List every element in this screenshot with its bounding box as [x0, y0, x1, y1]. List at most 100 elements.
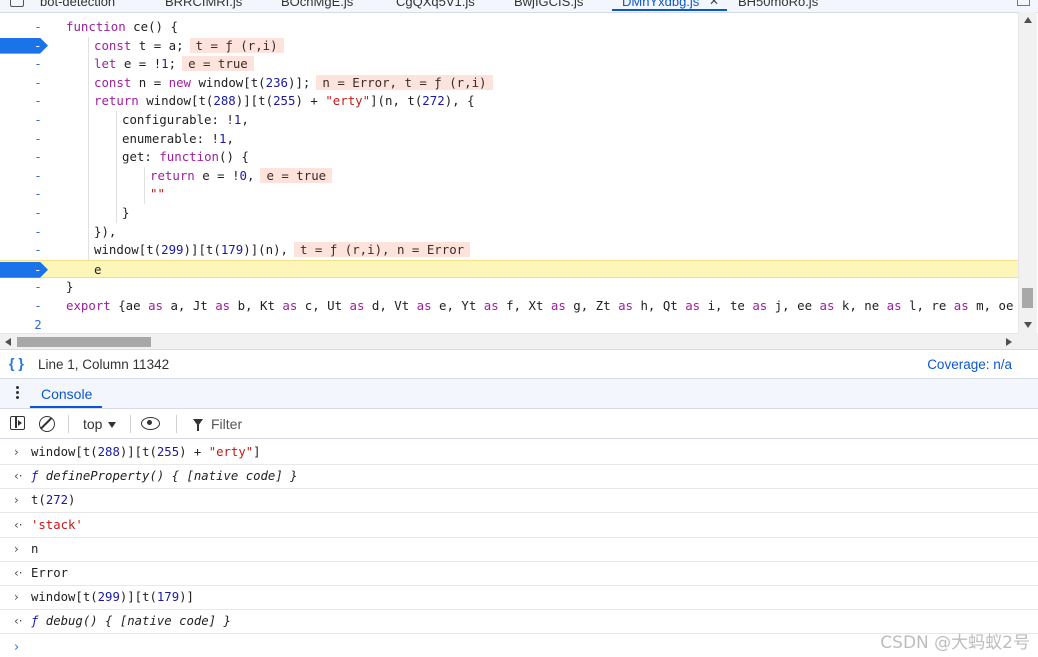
line-number[interactable]: -: [28, 167, 48, 185]
code-line[interactable]: - configurable: !1,: [0, 111, 1018, 129]
console-result-row[interactable]: ‹· Error: [0, 562, 1038, 586]
console-input-row[interactable]: › t(272): [0, 489, 1038, 514]
code-line[interactable]: - function ce() {: [0, 18, 1018, 36]
console-input-row[interactable]: › window[t(288)][t(255) + "erty"]: [0, 441, 1038, 465]
line-number[interactable]: -: [28, 130, 48, 148]
line-number[interactable]: -: [28, 278, 48, 296]
navigator-toggle-icon[interactable]: [10, 0, 24, 7]
console-prompt[interactable]: ›: [14, 640, 19, 655]
code-token: ), {: [444, 93, 475, 109]
code-keyword: return: [94, 93, 139, 109]
console-token: ): [68, 493, 76, 508]
tab-file[interactable]: BwjIGCIS.js: [514, 0, 583, 9]
active-tab-indicator: [612, 9, 727, 11]
console-token: )][t(: [119, 445, 157, 459]
code-line[interactable]: -}: [0, 204, 1018, 222]
line-number[interactable]: -: [28, 55, 48, 73]
code-line[interactable]: - export {ae as a, Jt as b, Kt as c, Ut a…: [0, 297, 1018, 315]
code-line[interactable]: -}: [0, 278, 1018, 296]
console-input-row[interactable]: › window[t(299)][t(179)]: [0, 586, 1038, 611]
line-number[interactable]: -: [28, 92, 48, 110]
breakpoint-marker[interactable]: -: [0, 37, 48, 54]
scroll-up-icon[interactable]: [1024, 17, 1032, 23]
line-number[interactable]: -: [28, 204, 48, 222]
code-line-current[interactable]: -e: [0, 259, 1018, 278]
code-line[interactable]: - const t = a; t = ƒ (r,i): [0, 37, 1018, 55]
input-chevron-icon: ›: [14, 493, 19, 508]
context-label: top: [83, 416, 103, 432]
debugger-toggle-icon[interactable]: [1017, 0, 1030, 6]
input-chevron-icon: ›: [14, 590, 19, 605]
line-number[interactable]: -: [28, 148, 48, 166]
code-text: get: function() {: [122, 148, 249, 166]
live-expression-eye-icon[interactable]: [141, 417, 160, 430]
code-keyword: as: [685, 298, 701, 313]
code-line[interactable]: - window[t(299)][t(179)](n), t = ƒ (r,i), …: [0, 241, 1018, 259]
console-message-text: t(272): [31, 493, 75, 507]
code-line[interactable]: - enumerable: !1,: [0, 130, 1018, 148]
line-number[interactable]: -: [28, 74, 48, 92]
code-text: return window[t(288)][t(255) + "erty"](n…: [94, 92, 475, 110]
console-token: t(: [31, 493, 46, 508]
code-token: ) +: [295, 93, 326, 109]
code-line[interactable]: - "": [0, 185, 1018, 203]
filter-input[interactable]: Filter: [211, 416, 242, 432]
coverage-link[interactable]: Coverage: n/a: [927, 357, 1012, 372]
tab-file[interactable]: BRRCIMRI.js: [165, 0, 242, 9]
watermark: CSDN @大蚂蚁2号: [880, 633, 1030, 653]
console-result-row[interactable]: ‹· 'stack': [0, 514, 1038, 538]
line-number[interactable]: -: [28, 241, 48, 259]
code-number: 255: [273, 93, 296, 109]
code-token: ](n, t(: [370, 93, 423, 109]
tab-file[interactable]: CgQXq5V1.js: [396, 0, 475, 9]
code-line[interactable]: - get: function() {: [0, 148, 1018, 166]
line-number[interactable]: -: [28, 18, 48, 36]
console-sidebar-icon[interactable]: [10, 416, 25, 430]
code-line[interactable]: - return e = !0, e = true: [0, 167, 1018, 185]
code-editor[interactable]: - function ce() {- const t = a; t = ƒ (r,i)…: [0, 12, 1018, 334]
scrollbar-thumb[interactable]: [1022, 288, 1033, 308]
console-token: 'stack': [31, 517, 83, 532]
close-icon[interactable]: ✕: [709, 0, 719, 8]
code-text: }: [66, 278, 73, 296]
kebab-icon[interactable]: [16, 386, 19, 401]
code-line[interactable]: -}),: [0, 223, 1018, 241]
tab-file-active[interactable]: DMhYxdbg.js: [622, 0, 699, 9]
pretty-print-icon[interactable]: { }: [9, 355, 24, 371]
inline-variable-value: t = ƒ (r,i): [189, 37, 284, 53]
console-input-row[interactable]: › n: [0, 538, 1038, 562]
context-selector[interactable]: top: [83, 416, 117, 432]
result-arrow-icon: ‹·: [14, 566, 23, 580]
tab-file[interactable]: BH50moRo.js: [738, 0, 818, 9]
tab-console[interactable]: Console: [41, 386, 92, 402]
code-keyword: as: [819, 298, 835, 313]
code-line[interactable]: 2: [0, 316, 1018, 334]
clear-console-icon[interactable]: [39, 416, 55, 432]
code-token: e, Yt: [431, 298, 484, 313]
code-token: ce(): [125, 19, 171, 34]
console-token: ) +: [179, 445, 209, 459]
tab-file[interactable]: BOchMgE.js: [281, 0, 353, 9]
scroll-down-icon[interactable]: [1024, 322, 1032, 328]
vertical-scrollbar[interactable]: [1018, 12, 1037, 334]
scroll-right-icon[interactable]: [1006, 338, 1012, 346]
console-result-row[interactable]: ‹· ƒ defineProperty() { [native code] }: [0, 465, 1038, 490]
line-number[interactable]: -: [28, 223, 48, 241]
code-token: () {: [219, 149, 249, 165]
scrollbar-thumb[interactable]: [17, 337, 151, 347]
scroll-left-icon[interactable]: [5, 338, 11, 346]
toolbar-divider: [68, 415, 69, 433]
horizontal-scrollbar[interactable]: [0, 333, 1018, 350]
breakpoint-marker[interactable]: -: [0, 261, 48, 278]
console-token: 272: [45, 493, 69, 508]
console-token: n: [31, 541, 39, 556]
tab-bot-detection[interactable]: bot-detection: [40, 0, 115, 9]
console-token: window[t(: [31, 445, 98, 459]
code-line[interactable]: - let e = !1; e = true: [0, 55, 1018, 73]
line-number[interactable]: 2: [28, 316, 48, 334]
line-number[interactable]: -: [28, 297, 48, 315]
line-number[interactable]: -: [28, 111, 48, 129]
code-line[interactable]: - const n = new window[t(236)]; n = Error,…: [0, 74, 1018, 92]
line-number[interactable]: -: [28, 185, 48, 203]
code-line[interactable]: - return window[t(288)][t(255) + "erty"](…: [0, 92, 1018, 110]
